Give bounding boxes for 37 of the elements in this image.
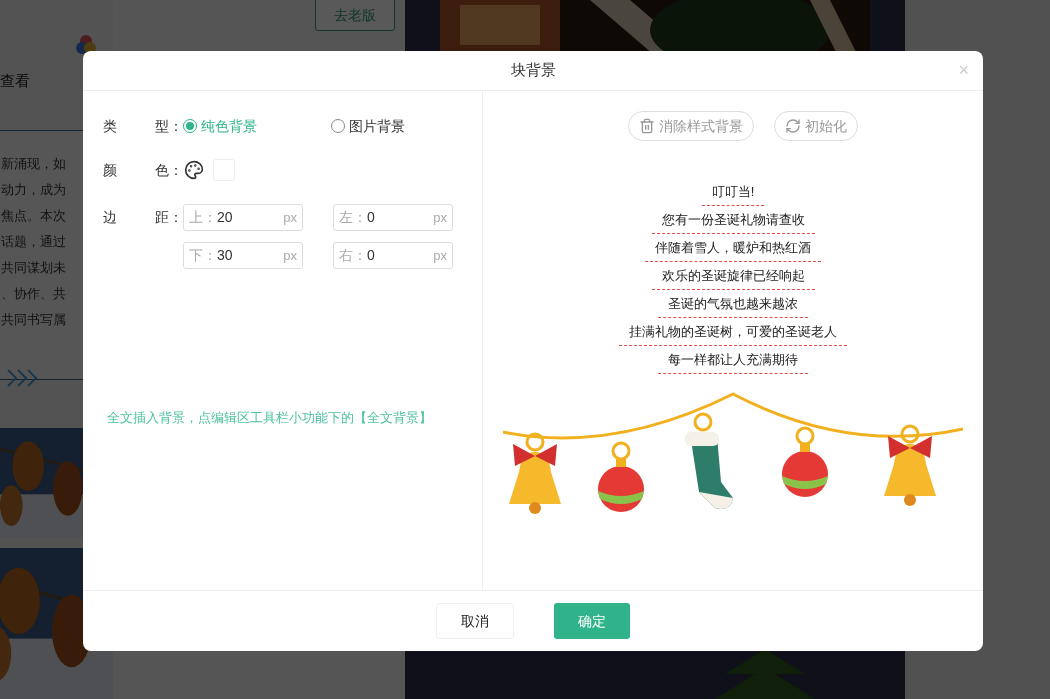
article-text: 共同谋划未 bbox=[1, 259, 66, 277]
sidebar-link[interactable]: 查看 bbox=[0, 70, 30, 93]
close-button[interactable]: × bbox=[958, 61, 969, 79]
poem-line: 欢乐的圣诞旋律已经响起 bbox=[651, 262, 815, 290]
logo-icon bbox=[75, 34, 97, 56]
refresh-icon bbox=[785, 118, 801, 134]
article-text: 、协作、共 bbox=[1, 285, 66, 303]
article-text: 动力，成为 bbox=[1, 181, 66, 199]
dialog-title: 块背景 bbox=[510, 60, 556, 81]
poem-line: 您有一份圣诞礼物请查收 bbox=[651, 206, 815, 234]
confirm-button[interactable]: 确定 bbox=[554, 603, 630, 639]
field-label: 色： bbox=[155, 160, 183, 180]
field-label: 距： bbox=[155, 208, 183, 227]
field-label: 型： bbox=[155, 116, 183, 136]
poem-line: 伴随着雪人，暖炉和热红酒 bbox=[645, 234, 821, 262]
margin-field[interactable]: 下：30 px bbox=[183, 242, 303, 269]
field-label: 边 bbox=[103, 208, 117, 227]
poem-line: 叮叮当! bbox=[701, 178, 765, 206]
radio-option[interactable]: 纯色背景 bbox=[183, 115, 257, 137]
radio-option[interactable]: 图片背景 bbox=[331, 115, 405, 137]
article-text: 新涌现，如 bbox=[1, 155, 66, 173]
trash-icon bbox=[639, 118, 655, 134]
field-label: 类 bbox=[103, 116, 117, 136]
old-version-button[interactable]: 去老版 bbox=[315, 0, 395, 31]
field-label: 颜 bbox=[103, 160, 117, 180]
cancel-button[interactable]: 取消 bbox=[436, 603, 514, 639]
hint-text: 全文插入背景，点编辑区工具栏小功能下的【全文背景】 bbox=[107, 409, 433, 427]
margin-field[interactable]: 上：20 px bbox=[183, 204, 303, 231]
margin-field[interactable]: 左：0 px bbox=[333, 204, 453, 231]
article-text: 话题，通过 bbox=[1, 233, 66, 251]
margin-field[interactable]: 右：0 px bbox=[333, 242, 453, 269]
poem-line: 挂满礼物的圣诞树，可爱的圣诞老人 bbox=[619, 318, 847, 346]
palette-icon[interactable] bbox=[184, 160, 204, 180]
poem-line: 圣诞的气氛也越来越浓 bbox=[658, 290, 808, 318]
article-text: 焦点。本次 bbox=[1, 207, 66, 225]
poem-line: 每一样都让人充满期待 bbox=[658, 346, 808, 374]
article-text: 共同书写属 bbox=[1, 311, 66, 329]
